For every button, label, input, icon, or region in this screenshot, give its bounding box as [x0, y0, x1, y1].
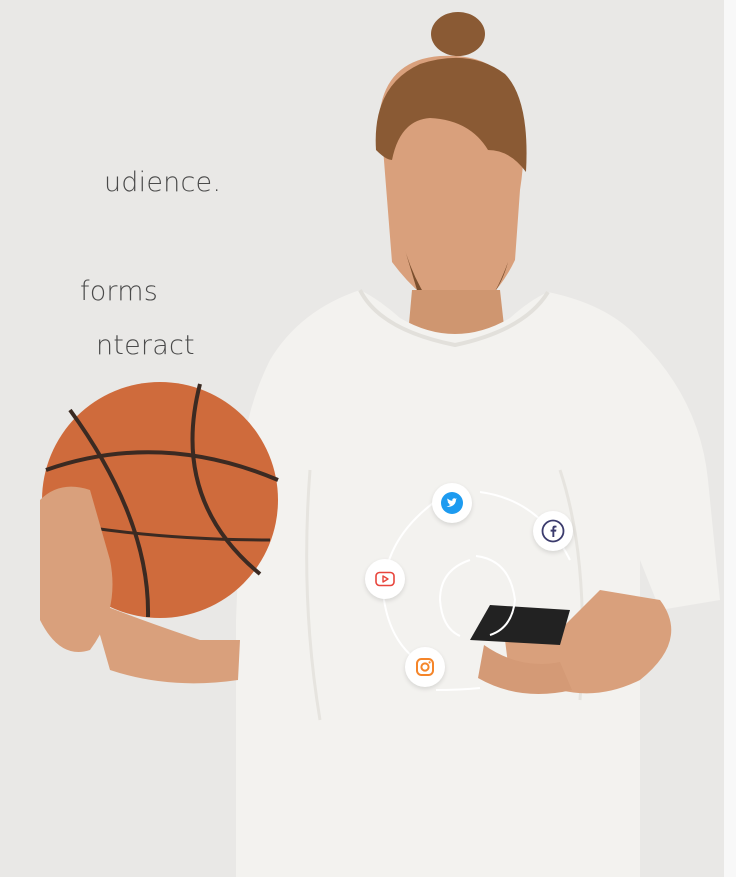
instagram-icon	[416, 658, 434, 676]
hero-section: udience. forms nteract	[0, 0, 736, 877]
t-shirt	[236, 290, 720, 877]
hair-bun	[431, 12, 485, 56]
page-edge	[724, 0, 736, 877]
twitter-icon	[441, 492, 463, 514]
youtube-icon	[375, 571, 395, 587]
instagram-badge	[405, 647, 445, 687]
facebook-badge	[533, 511, 573, 551]
youtube-badge	[365, 559, 405, 599]
man-with-basketball-photo	[40, 12, 720, 877]
facebook-icon	[541, 519, 565, 543]
twitter-badge	[432, 483, 472, 523]
